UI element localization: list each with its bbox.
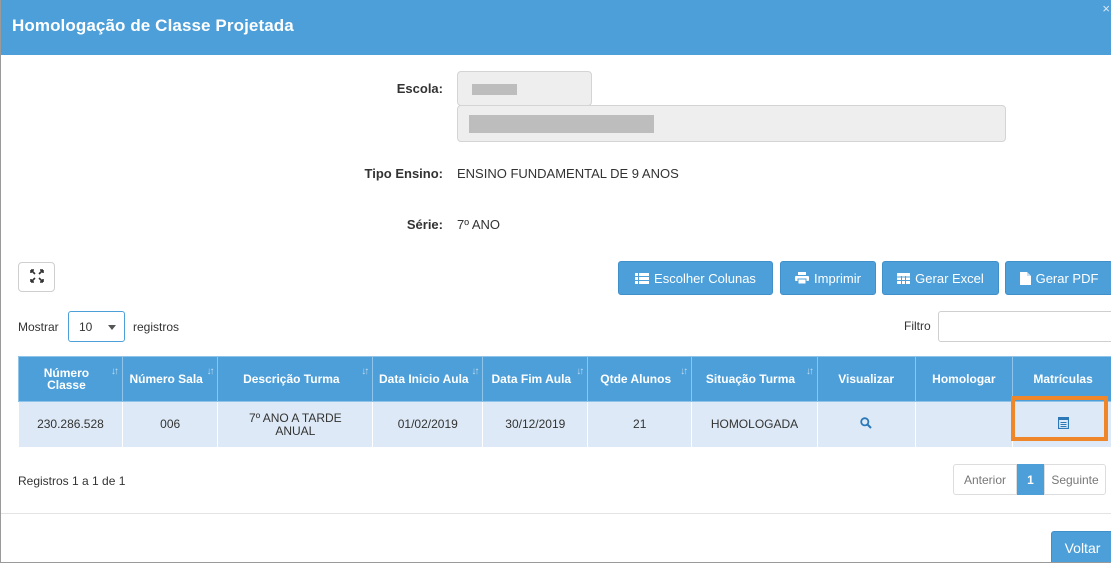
sort-icon: ↓↑ <box>361 366 369 377</box>
escolher-colunas-label: Escolher Colunas <box>654 270 756 286</box>
sort-icon: ↓↑ <box>471 366 479 377</box>
sort-icon: ↓↑ <box>576 366 584 377</box>
cell-numero-sala: 006 <box>121 401 219 448</box>
sort-icon: ↓↑ <box>206 366 214 377</box>
pagination-page-1[interactable]: 1 <box>1017 464 1044 495</box>
header-numero-sala[interactable]: Número Sala ↓↑ <box>121 356 219 402</box>
escola-code-field <box>457 71 592 106</box>
header-numero-classe[interactable]: Número Classe ↓↑ <box>18 356 123 402</box>
header-matriculas: Matrículas <box>1012 356 1111 402</box>
gerar-pdf-button[interactable]: Gerar PDF <box>1005 261 1111 295</box>
homologacao-dialog: Homologação de Classe Projetada × Escola… <box>0 0 1111 563</box>
list-document-icon[interactable] <box>1057 416 1069 432</box>
table-header-row: Número Classe ↓↑ Número Sala ↓↑ Descrição … <box>18 356 1111 402</box>
escola-label: Escola: <box>396 81 443 96</box>
cell-data-inicio: 01/02/2019 <box>372 401 484 448</box>
imprimir-button[interactable]: Imprimir <box>780 261 876 295</box>
cell-visualizar <box>816 401 916 448</box>
file-icon <box>1019 271 1031 285</box>
header-data-inicio[interactable]: Data Inicio Aula ↓↑ <box>372 356 484 402</box>
header-qtde-alunos[interactable]: Qtde Alunos ↓↑ <box>587 356 693 402</box>
footer-divider <box>1 513 1111 514</box>
imprimir-label: Imprimir <box>814 270 861 286</box>
pagination-anterior[interactable]: Anterior <box>953 464 1017 495</box>
cell-numero-classe: 230.286.528 <box>18 401 123 448</box>
dialog-title-bar: Homologação de Classe Projetada × <box>1 0 1111 55</box>
escola-name-field <box>457 105 1006 142</box>
serie-value: 7º ANO <box>457 217 501 232</box>
cell-matriculas <box>1011 396 1111 448</box>
gerar-pdf-label: Gerar PDF <box>1035 270 1099 286</box>
pagination-seguinte[interactable]: Seguinte <box>1044 464 1106 495</box>
registros-info: Registros 1 a 1 de 1 <box>18 474 126 488</box>
chevron-down-icon <box>108 325 116 330</box>
cell-homologar <box>914 401 1014 448</box>
sort-icon: ↓↑ <box>110 366 119 377</box>
gerar-excel-label: Gerar Excel <box>915 270 984 286</box>
redacted-block <box>472 84 517 95</box>
header-data-fim[interactable]: Data Fim Aula ↓↑ <box>482 356 589 402</box>
registros-label: registros <box>133 320 180 334</box>
header-homologar: Homologar <box>914 356 1014 402</box>
voltar-button[interactable]: Voltar <box>1051 531 1111 562</box>
tipo-ensino-value: ENSINO FUNDAMENTAL DE 9 ANOS <box>457 166 679 181</box>
header-visualizar: Visualizar <box>816 356 916 402</box>
filtro-input[interactable] <box>938 311 1111 342</box>
header-descricao-turma[interactable]: Descrição Turma ↓↑ <box>217 356 374 402</box>
gerar-excel-button[interactable]: Gerar Excel <box>882 261 999 295</box>
sort-icon: ↓↑ <box>680 366 688 377</box>
pagination: Anterior 1 Seguinte <box>953 464 1106 495</box>
close-icon[interactable]: × <box>1102 1 1110 16</box>
page-size-select[interactable]: 10 <box>68 311 125 342</box>
search-icon[interactable] <box>860 417 872 432</box>
print-icon <box>795 272 810 284</box>
dialog-title: Homologação de Classe Projetada <box>12 16 294 35</box>
cell-descricao-turma: 7º ANO A TARDE ANUAL <box>217 401 374 448</box>
cell-qtde-alunos: 21 <box>587 401 693 448</box>
sort-icon: ↓↑ <box>805 366 814 377</box>
tipo-ensino-label: Tipo Ensino: <box>364 166 443 181</box>
redacted-block <box>469 115 654 133</box>
filtro-label: Filtro <box>904 319 931 333</box>
cell-situacao: HOMOLOGADA <box>691 401 818 448</box>
header-situacao-turma[interactable]: Situação Turma ↓↑ <box>691 356 818 402</box>
table-icon <box>897 272 911 284</box>
serie-label: Série: <box>406 217 443 232</box>
cell-data-fim: 30/12/2019 <box>482 401 589 448</box>
page-size-value: 10 <box>79 319 93 334</box>
expand-icon <box>29 268 44 286</box>
mostrar-label: Mostrar <box>18 320 59 334</box>
classes-table: Número Classe ↓↑ Número Sala ↓↑ Descrição … <box>18 356 1111 448</box>
escolher-colunas-button[interactable]: Escolher Colunas <box>618 261 773 295</box>
table-row: 230.286.528 006 7º ANO A TARDE ANUAL 01/… <box>18 396 1111 448</box>
expand-button[interactable] <box>18 262 55 292</box>
list-icon <box>635 272 650 284</box>
